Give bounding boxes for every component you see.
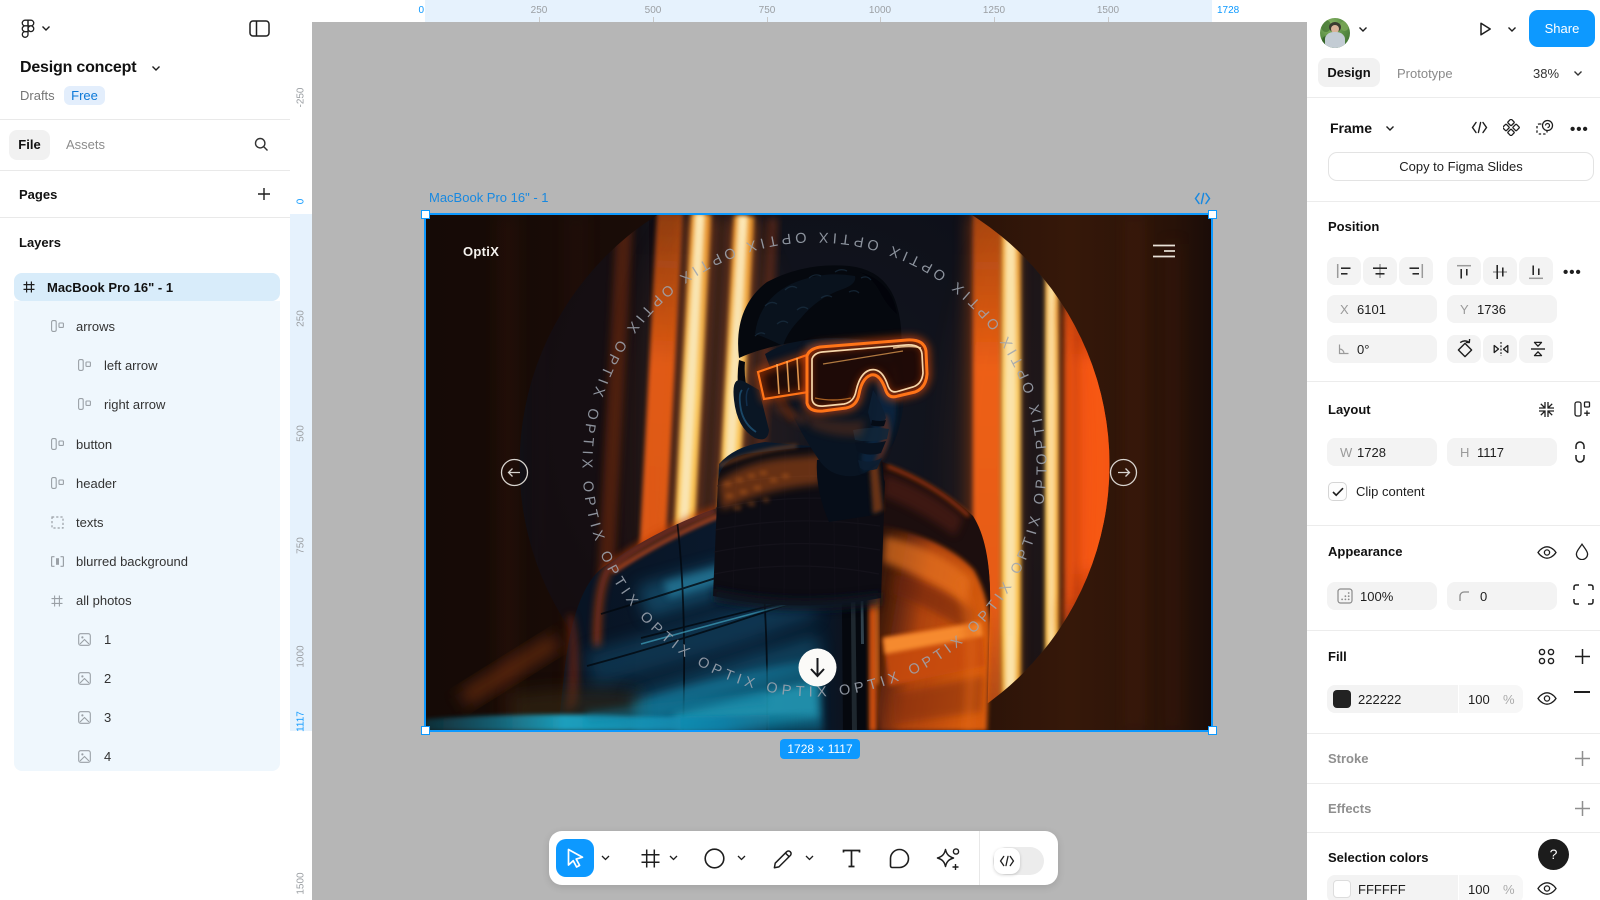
svg-text:OptiX: OptiX bbox=[463, 244, 499, 259]
